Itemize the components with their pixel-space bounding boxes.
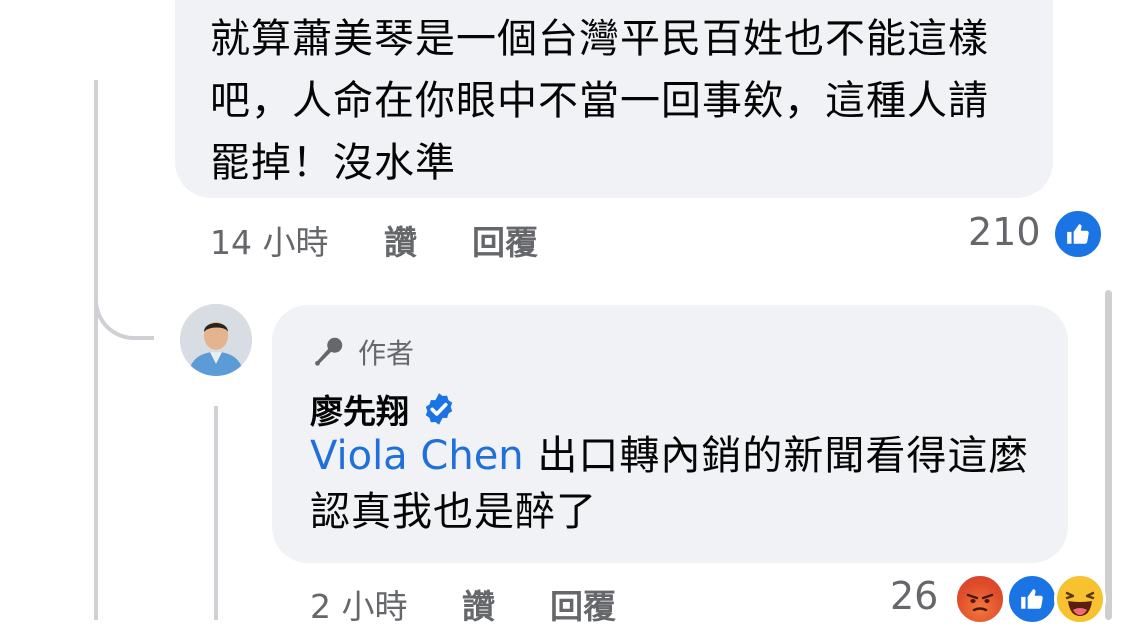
like-icon[interactable] bbox=[1006, 573, 1058, 625]
author-name[interactable]: 廖先翔 bbox=[310, 385, 409, 433]
scrollbar[interactable] bbox=[1105, 290, 1112, 620]
reply-reaction-count[interactable]: 26 bbox=[890, 574, 938, 618]
author-badge-label: 作者 bbox=[358, 337, 415, 370]
like-button[interactable]: 讚 bbox=[384, 216, 417, 264]
verified-badge-icon bbox=[425, 393, 453, 425]
like-icon[interactable] bbox=[1052, 208, 1104, 260]
comment-text: 就算蕭美琴是一個台灣平民百姓也不能這樣吧，人命在你眼中不當一回事欸，這種人請罷掉… bbox=[210, 16, 989, 186]
author-badge: 作者 bbox=[310, 332, 414, 372]
reply-text-block: Viola Chen 出口轉內銷的新聞看得這麼認真我也是醉了 bbox=[310, 428, 1045, 540]
reply-timestamp[interactable]: 2 小時 bbox=[310, 580, 408, 628]
avatar[interactable] bbox=[180, 304, 252, 376]
thread-line-outer bbox=[94, 80, 98, 620]
mention-link[interactable]: Viola Chen bbox=[310, 433, 524, 479]
haha-icon[interactable] bbox=[1054, 573, 1106, 625]
reply-button[interactable]: 回覆 bbox=[472, 216, 538, 264]
reply-reply-button[interactable]: 回覆 bbox=[550, 580, 616, 628]
reaction-count[interactable]: 210 bbox=[968, 210, 1041, 254]
thread-connector-reply bbox=[94, 240, 154, 340]
author-name-row: 廖先翔 bbox=[310, 385, 457, 433]
comment-timestamp[interactable]: 14 小時 bbox=[210, 216, 328, 264]
microphone-icon bbox=[315, 337, 343, 366]
reply-like-button[interactable]: 讚 bbox=[462, 580, 495, 628]
angry-icon[interactable] bbox=[954, 573, 1006, 625]
thread-line-inner bbox=[214, 406, 218, 620]
